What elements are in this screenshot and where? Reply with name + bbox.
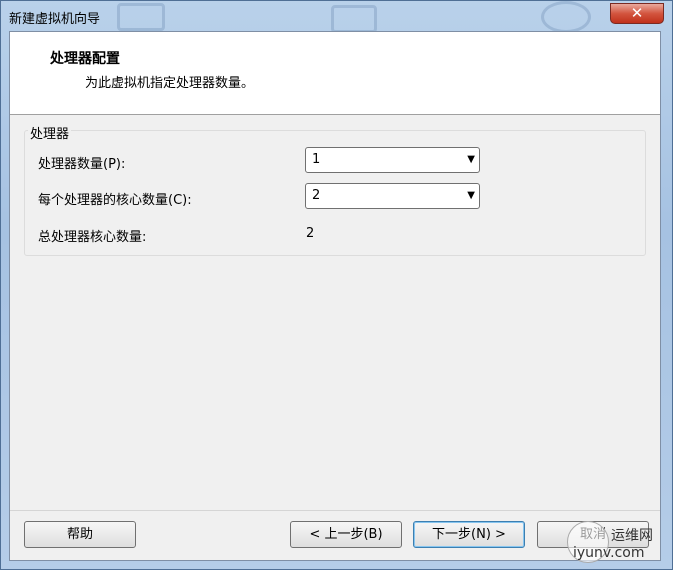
site-watermark: 运维网 iyunv.com (567, 521, 667, 569)
close-icon: ✕ (630, 4, 644, 22)
window-title: 新建虚拟机向导 (9, 12, 101, 27)
cores-per-processor-dropdown[interactable]: 2 ▼ (305, 183, 480, 209)
next-button[interactable]: 下一步(N) > (413, 521, 525, 548)
processor-count-label: 处理器数量(P): (38, 157, 126, 172)
chevron-down-icon[interactable]: ▼ (467, 190, 475, 201)
wizard-client-area: 处理器配置 为此虚拟机指定处理器数量。 处理器 处理器数量(P): 1 ▼ 每个… (9, 31, 661, 561)
processor-group-label: 处理器 (28, 123, 72, 142)
watermark-top-text: 运维网 (611, 528, 653, 544)
page-subtitle: 为此虚拟机指定处理器数量。 (85, 76, 255, 91)
chevron-down-icon[interactable]: ▼ (467, 154, 475, 165)
close-button[interactable]: ✕ (610, 3, 664, 24)
background-icon (117, 3, 165, 31)
processor-count-dropdown[interactable]: 1 ▼ (305, 147, 480, 173)
processor-count-value: 1 (312, 152, 321, 167)
wizard-header: 处理器配置 为此虚拟机指定处理器数量。 (10, 32, 660, 115)
back-button[interactable]: < 上一步(B) (290, 521, 402, 548)
page-title: 处理器配置 (50, 51, 120, 67)
total-cores-label: 总处理器核心数量: (38, 230, 147, 245)
total-cores-value: 2 (306, 226, 315, 241)
cores-per-processor-label: 每个处理器的核心数量(C): (38, 193, 192, 208)
title-bar[interactable]: 新建虚拟机向导 ✕ (1, 1, 672, 33)
check-icon (541, 1, 591, 33)
footer-divider (10, 510, 660, 511)
watermark-bottom-text: iyunv.com (573, 545, 645, 561)
folder-icon (331, 5, 377, 33)
new-vm-wizard-window: 新建虚拟机向导 ✕ 处理器配置 为此虚拟机指定处理器数量。 处理器 处理器数量(… (0, 0, 673, 570)
cores-per-processor-value: 2 (312, 188, 321, 203)
help-button[interactable]: 帮助 (24, 521, 136, 548)
